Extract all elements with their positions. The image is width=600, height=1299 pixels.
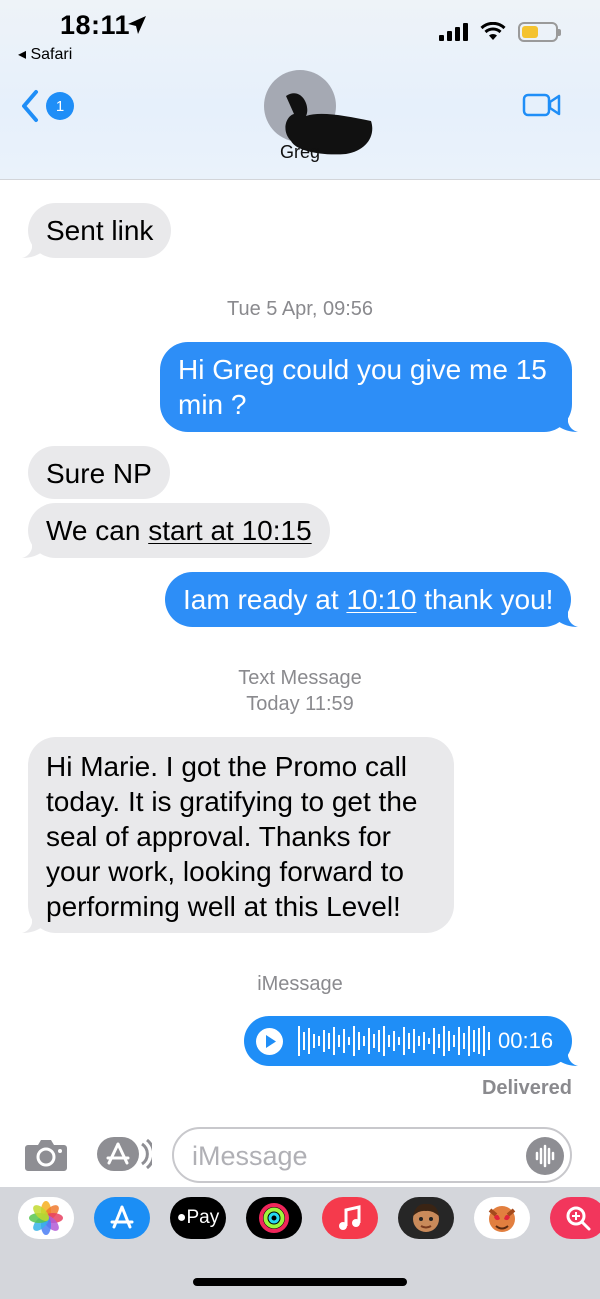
play-icon: [266, 1035, 276, 1048]
incoming-message[interactable]: Sure NP: [28, 446, 170, 499]
apple-pay-label: Pay: [186, 1207, 220, 1228]
time-link[interactable]: 10:10: [346, 584, 416, 615]
play-button[interactable]: [256, 1028, 283, 1055]
message-text: We can: [46, 515, 149, 546]
voice-record-button[interactable]: [526, 1137, 564, 1175]
bubble-tail: [22, 238, 42, 258]
bubble-tail: [558, 1046, 578, 1066]
memoji-icon[interactable]: [398, 1197, 454, 1239]
app-store-icon[interactable]: [94, 1197, 150, 1239]
app-drawer: ● Pay: [0, 1187, 600, 1299]
back-button[interactable]: 1: [18, 88, 74, 124]
incoming-message[interactable]: Hi Marie. I got the Promo call today. It…: [28, 737, 454, 933]
contact-name[interactable]: Greg: [0, 142, 600, 163]
bubble-tail: [22, 913, 42, 933]
audio-duration: 00:16: [498, 1028, 554, 1053]
conversation-header: 18:11 ◂ Safari 1 Greg: [0, 0, 600, 180]
message-text: Sure NP: [46, 458, 152, 489]
audio-wave-icon: [535, 1144, 555, 1168]
time-link[interactable]: start at 10:15: [148, 515, 311, 546]
chevron-left-icon: [22, 90, 38, 122]
apple-logo-icon: ●: [176, 1209, 187, 1226]
wifi-icon: [480, 22, 506, 40]
location-arrow-icon: [128, 16, 146, 34]
battery-icon: [518, 22, 561, 42]
bubble-tail: [558, 412, 578, 432]
message-text: Iam ready at: [183, 584, 347, 615]
message-text: Hi Marie. I got the Promo call today. It…: [46, 751, 418, 922]
music-icon[interactable]: [322, 1197, 378, 1239]
apple-pay-icon[interactable]: ● Pay: [170, 1197, 226, 1239]
bubble-tail: [558, 607, 578, 627]
unread-badge: 1: [46, 92, 74, 120]
home-indicator[interactable]: [193, 1278, 407, 1286]
incoming-message[interactable]: Sent link: [28, 203, 172, 258]
status-time: 18:11: [60, 10, 131, 40]
camera-icon[interactable]: [24, 1136, 68, 1172]
service-label: Text Message: [238, 667, 362, 689]
bubble-tail: [22, 538, 42, 558]
animoji-icon[interactable]: [474, 1197, 530, 1239]
outgoing-message[interactable]: Iam ready at 10:10 thank you!: [165, 572, 572, 627]
timestamp: Tue 5 Apr, 09:56: [226, 298, 374, 320]
outgoing-message[interactable]: Hi Greg could you give me 15 min ?: [160, 342, 572, 432]
delivery-status: Delivered: [481, 1077, 572, 1099]
message-text: thank you!: [416, 584, 554, 615]
app-store-button-icon[interactable]: [96, 1136, 152, 1172]
audio-message[interactable]: 00:16: [244, 1016, 572, 1066]
message-text: Sent link: [46, 215, 154, 246]
web-search-icon[interactable]: [550, 1197, 600, 1239]
audio-waveform: [298, 1026, 490, 1056]
back-to-safari-link[interactable]: ◂ Safari: [18, 44, 72, 64]
message-input[interactable]: iMessage: [172, 1127, 572, 1183]
photos-icon[interactable]: [18, 1197, 74, 1239]
activity-icon[interactable]: [246, 1197, 302, 1239]
incoming-message[interactable]: We can start at 10:15: [28, 503, 330, 558]
status-indicators: [439, 22, 561, 42]
service-label: iMessage: [257, 973, 343, 995]
input-placeholder: iMessage: [192, 1141, 308, 1171]
message-text: Hi Greg could you give me 15 min ?: [178, 354, 547, 420]
cellular-signal-icon: [439, 23, 468, 41]
video-call-icon[interactable]: [522, 92, 562, 118]
timestamp: Today 11:59: [246, 693, 354, 715]
